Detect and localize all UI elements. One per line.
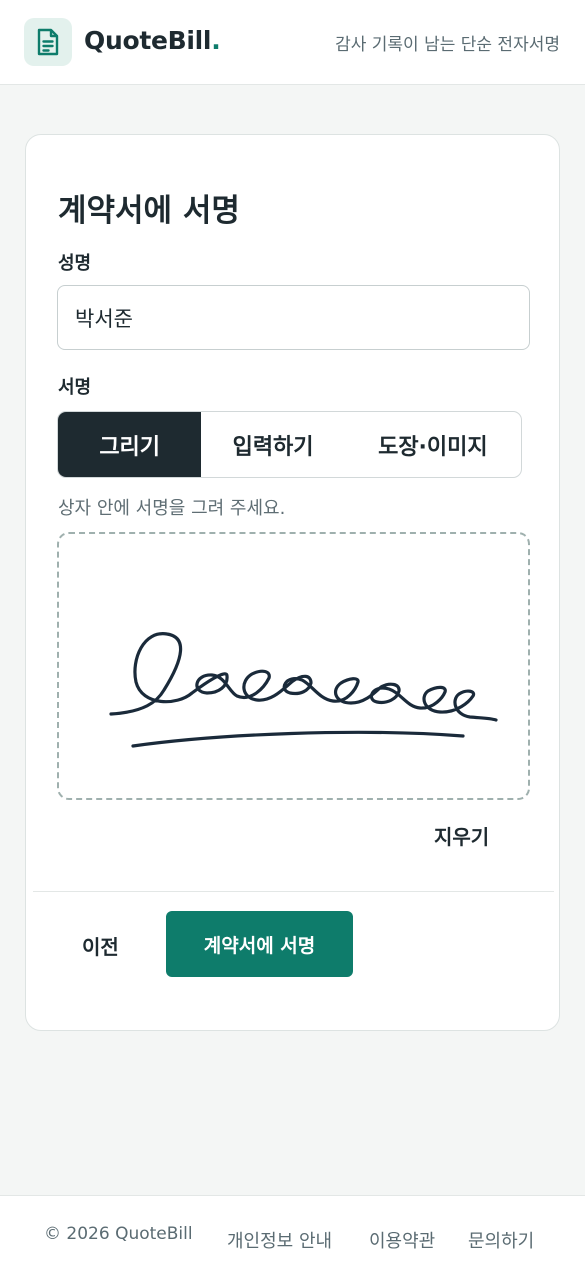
tab-stamp-image[interactable]: 도장·이미지 [345,412,521,477]
brand-text: QuoteBill [84,26,212,55]
name-input[interactable] [57,285,530,350]
logo[interactable] [24,18,72,66]
brand-name[interactable]: QuoteBill. [84,26,221,55]
document-icon [37,28,59,56]
signature-mode-tabs: 그리기 입력하기 도장·이미지 [57,411,522,478]
brand-dot: . [211,26,221,55]
contact-link[interactable]: 문의하기 [468,1227,534,1253]
previous-button[interactable]: 이전 [82,931,119,960]
signature-label: 서명 [58,377,92,398]
name-label: 성명 [58,253,92,274]
signature-stroke [109,632,498,748]
page-title: 계약서에 서명 [58,193,240,229]
tab-type[interactable]: 입력하기 [201,412,344,477]
sign-contract-button[interactable]: 계약서에 서명 [166,911,353,977]
tab-draw[interactable]: 그리기 [58,412,202,477]
app-header: QuoteBill. 감사 기록이 남는 단순 전자서명 [0,0,585,85]
terms-link[interactable]: 이용약관 [369,1227,435,1253]
divider [33,891,554,892]
privacy-link[interactable]: 개인정보 안내 [227,1227,332,1253]
header-tagline: 감사 기록이 남는 단순 전자서명 [335,35,560,55]
clear-button[interactable]: 지우기 [434,821,489,850]
signature-canvas[interactable] [57,532,530,800]
draw-hint: 상자 안에 서명을 그려 주세요. [58,498,286,519]
signature-card: 계약서에 서명 성명 서명 그리기 입력하기 도장·이미지 상자 안에 서명을 … [25,134,560,1031]
app-footer: © 2026 QuoteBill 개인정보 안내 이용약관 문의하기 [0,1195,585,1266]
copyright: © 2026 QuoteBill [44,1224,193,1244]
